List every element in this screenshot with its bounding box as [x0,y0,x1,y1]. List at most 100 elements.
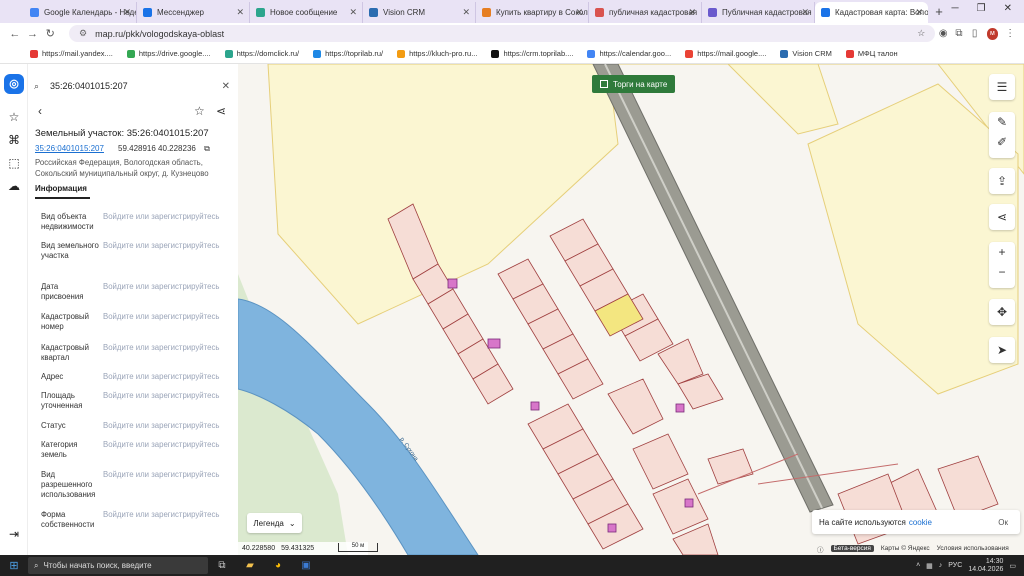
login-to-view-link[interactable]: Войдите или зарегистрируйтесь [103,282,219,292]
login-to-view-link[interactable]: Войдите или зарегистрируйтесь [103,241,219,251]
network-icon[interactable]: ▦ [926,562,933,570]
login-to-view-link[interactable]: Войдите или зарегистрируйтесь [103,421,219,431]
login-to-view-link[interactable]: Войдите или зарегистрируйтесь [103,470,219,480]
edit-icon[interactable]: ✐ [989,132,1015,152]
clock-time: 14:30 [985,557,1004,565]
login-to-view-link[interactable]: Войдите или зарегистрируйтесь [103,391,219,401]
legend-button[interactable]: Легенда ⌄ [247,513,302,533]
cadastral-number-link[interactable]: 35:26:0401015:207 [35,144,104,153]
site-info-icon[interactable]: ⚙ [79,28,87,39]
auctions-on-map-toggle[interactable]: Торги на карте [592,75,676,93]
cadastral-map[interactable]: р. Сухона Торги на карте ☰ ✎ ✐ ⇪ ⋖ + − ✥… [238,64,1024,555]
bookmark-item[interactable]: https://mail.google.... [685,49,766,58]
zoom-out-button[interactable]: − [989,262,1015,282]
bookmark-item[interactable]: https://domclick.ru/ [224,49,299,58]
close-tab-icon[interactable]: ✕ [349,7,357,18]
reload-icon[interactable]: ↻ [41,27,59,40]
info-icon[interactable]: ⓘ [817,544,824,554]
extension-icon[interactable]: ◉ [935,28,951,39]
browser-tab[interactable]: Публичная кадастровая ✕ [702,2,815,23]
close-tab-icon[interactable]: ✕ [801,7,809,18]
locate-me-button[interactable]: ➤ [989,337,1015,363]
forward-icon[interactable]: → [24,28,42,40]
search-input[interactable]: ⌕ 35:26:0401015:207 ✕ [34,76,234,96]
map-canvas[interactable]: р. Сухона [238,64,1024,555]
profile-avatar[interactable]: м [986,27,999,40]
browser-tab[interactable]: Кадастровая карта: Волог ✕ [815,2,928,23]
browser-tab[interactable]: Новое сообщение ✕ [250,2,363,23]
language-indicator[interactable]: РУС [948,562,962,569]
minimize-icon[interactable]: ─ [952,3,959,14]
cookie-ok-button[interactable]: Ок [998,518,1008,527]
auctions-checkbox[interactable] [600,80,608,88]
close-tab-icon[interactable]: ✕ [915,7,923,18]
close-tab-icon[interactable]: ✕ [575,7,583,18]
browser-tab[interactable]: Мессенджер ✕ [137,2,250,23]
cookie-link[interactable]: cookie [909,518,932,527]
upload-cloud-button[interactable]: ⇪ [989,168,1015,194]
favorites-star-icon[interactable]: ☆ [7,110,21,124]
back-arrow-icon[interactable]: ‹ [38,104,42,118]
login-to-view-link[interactable]: Войдите или зарегистрируйтесь [103,312,219,322]
task-view-icon[interactable]: ⧉ [208,560,236,571]
bookmark-item[interactable]: МФЦ талон [845,49,898,58]
word-icon[interactable]: ▣ [292,560,320,571]
close-tab-icon[interactable]: ✕ [123,7,131,18]
login-to-view-link[interactable]: Войдите или зарегистрируйтесь [103,212,219,222]
favorite-star-icon[interactable]: ☆ [194,104,205,118]
maximize-icon[interactable]: ❐ [977,3,986,14]
ruler-icon[interactable]: ✎ [989,112,1015,132]
search-value: 35:26:0401015:207 [50,81,128,91]
share-icon[interactable]: ⋖ [216,104,226,118]
back-icon[interactable]: ← [6,28,24,40]
login-icon[interactable]: ⇥ [7,527,21,541]
terms-link[interactable]: Условия использования [937,545,1009,552]
login-to-view-link[interactable]: Войдите или зарегистрируйтесь [103,372,219,382]
bookmark-item[interactable]: https://drive.google.... [126,49,211,58]
side-panel-icon[interactable]: ▯ [967,28,983,39]
layers-network-icon[interactable]: ⌘ [7,133,21,147]
bookmark-item[interactable]: https://calendar.goo... [587,49,671,58]
chrome-icon[interactable]: ◕ [264,560,292,571]
bookmark-item[interactable]: https://crm.toprilab.... [491,49,573,58]
volume-icon[interactable]: ♪ [939,562,943,569]
clear-search-icon[interactable]: ✕ [222,81,234,92]
tray-overflow-icon[interactable]: ˄ [916,562,920,569]
layers-button[interactable]: ☰ [989,74,1015,100]
browser-tab[interactable]: публичная кадастровая ✕ [589,2,702,23]
object-title: Земельный участок: 35:26:0401015:207 [35,128,209,139]
close-tab-icon[interactable]: ✕ [462,7,470,18]
new-tab-button[interactable]: + [928,4,950,19]
close-window-icon[interactable]: ✕ [1004,3,1012,14]
browser-menu-icon[interactable]: ⋮ [1002,28,1018,39]
zoom-in-button[interactable]: + [989,242,1015,262]
extensions-puzzle-icon[interactable]: ⧉ [951,28,967,39]
clock[interactable]: 14:30 14.04.2026 [968,558,1003,574]
select-area-icon[interactable]: ⬚ [7,156,21,170]
bookmark-item[interactable]: https://toprilab.ru/ [313,49,383,58]
tab-information[interactable]: Информация [35,184,90,199]
close-tab-icon[interactable]: ✕ [688,7,696,18]
taskbar-search-input[interactable]: ⌕ Чтобы начать поиск, введите [28,557,208,574]
windows-start-icon[interactable]: ⊞ [0,559,28,572]
close-tab-icon[interactable]: ✕ [236,7,244,18]
browser-tab[interactable]: Vision CRM ✕ [363,2,476,23]
bookmark-item[interactable]: https://kluch-pro.ru... [397,49,477,58]
login-to-view-link[interactable]: Войдите или зарегистрируйтесь [103,343,219,353]
bookmark-item[interactable]: https://mail.yandex.... [30,49,113,58]
pan-button[interactable]: ✥ [989,299,1015,325]
url-input[interactable]: ⚙ map.ru/pkk/vologodskaya-oblast ☆ [69,25,936,42]
cloud-icon[interactable]: ☁ [7,179,21,193]
share-map-button[interactable]: ⋖ [989,204,1015,230]
app-logo-icon[interactable]: ◎ [4,74,24,94]
bookmark-item[interactable]: Vision CRM [780,49,832,58]
browser-tab[interactable]: Купить квартиру в Сокол ✕ [476,2,589,23]
file-explorer-icon[interactable]: ▰ [236,560,264,571]
copy-icon[interactable]: ⧉ [204,144,210,153]
login-to-view-link[interactable]: Войдите или зарегистрируйтесь [103,510,219,520]
login-to-view-link[interactable]: Войдите или зарегистрируйтесь [103,440,219,450]
bookmark-star-icon[interactable]: ☆ [917,28,925,39]
browser-tab[interactable]: Google Календарь - Неде ✕ [24,2,137,23]
notifications-icon[interactable]: ▭ [1009,562,1016,570]
yandex-attribution[interactable]: Карты © Яндекс [881,545,930,552]
